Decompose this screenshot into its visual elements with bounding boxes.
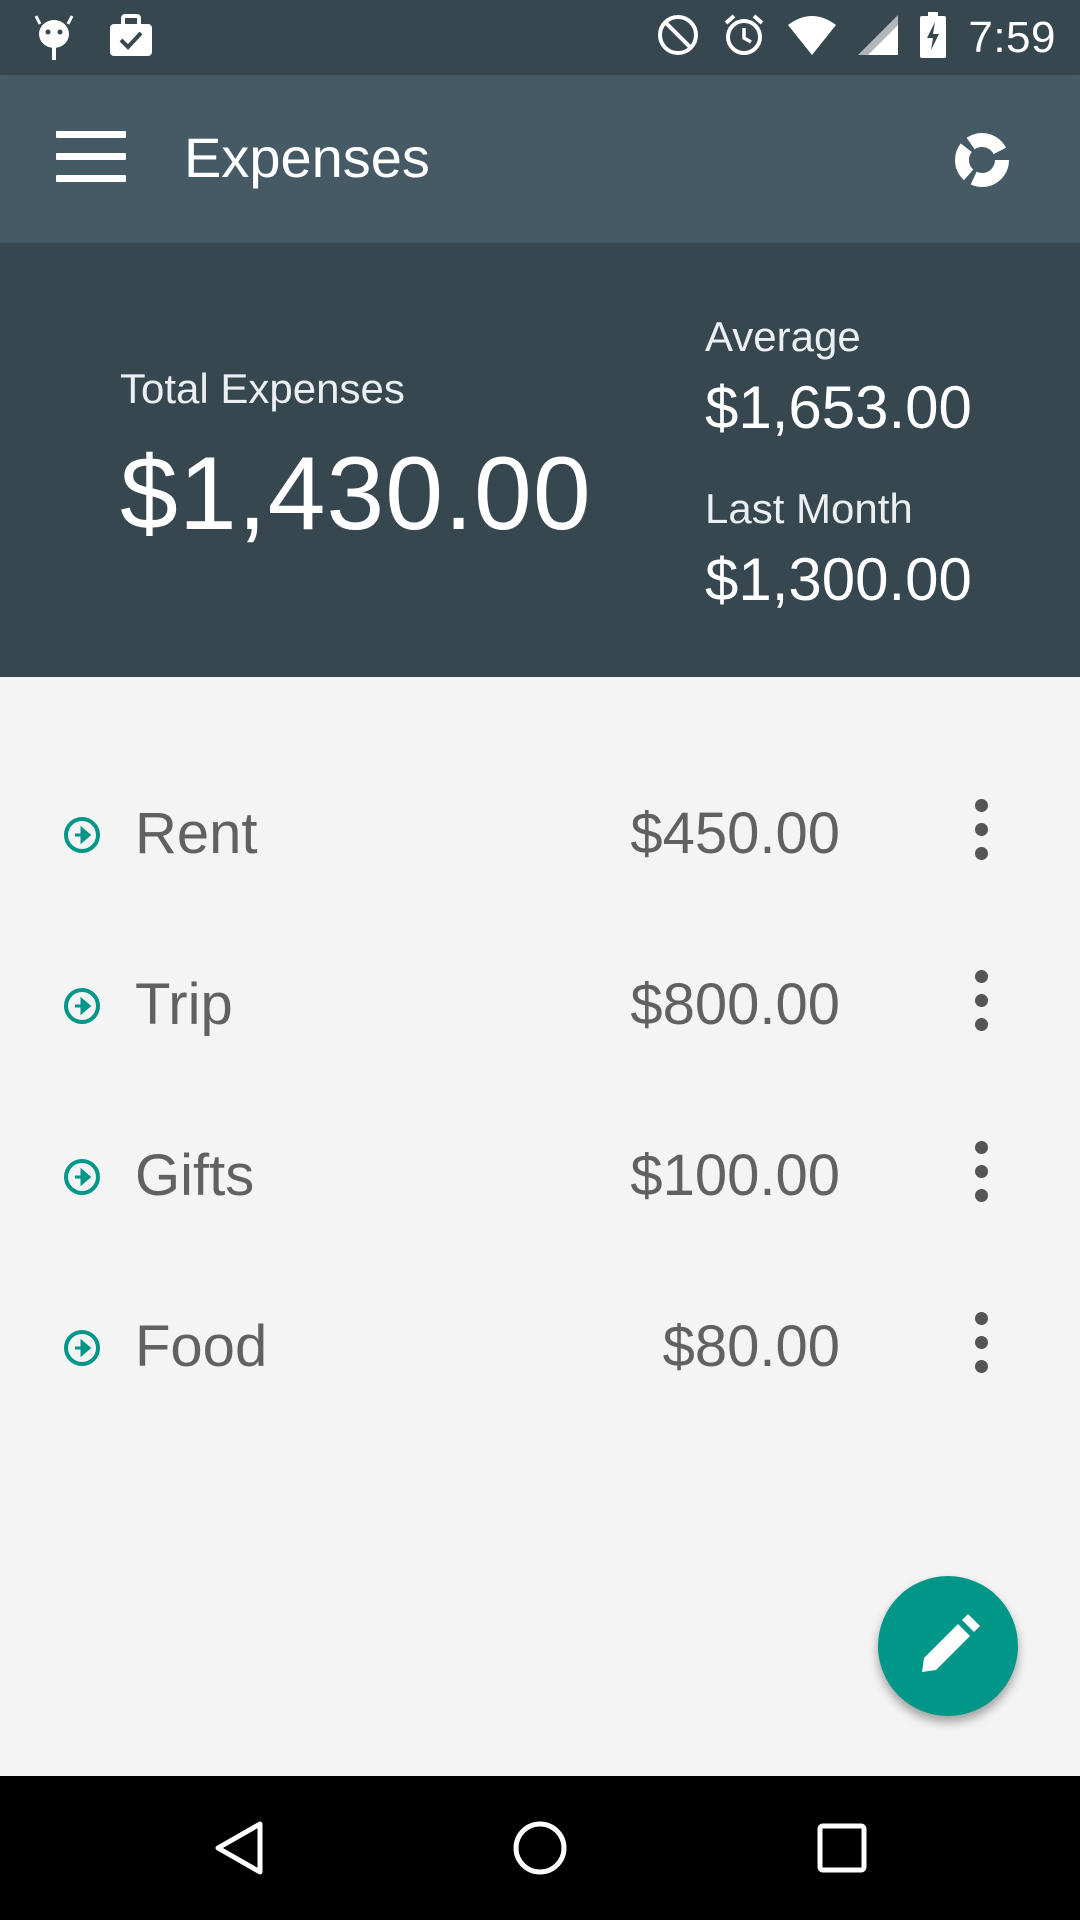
expense-name: Trip [135, 972, 233, 1037]
donut-chart-icon[interactable] [952, 130, 1012, 190]
summary-panel: Total Expenses $1,430.00 Average $1,653.… [0, 243, 1080, 677]
expense-amount: $100.00 [630, 1143, 840, 1208]
more-vert-icon[interactable] [966, 1134, 996, 1218]
page-title: Expenses [184, 126, 430, 189]
cell-signal-icon [858, 15, 899, 60]
arrow-circle-icon [62, 986, 102, 1026]
app-bar: Expenses [0, 75, 1080, 243]
back-icon[interactable] [210, 1818, 270, 1878]
battery-charging-icon [920, 12, 947, 63]
total-expenses-label: Total Expenses [120, 365, 405, 412]
total-expenses-value: $1,430.00 [120, 436, 592, 552]
expense-amount: $80.00 [662, 1314, 840, 1379]
work-briefcase-icon [108, 14, 154, 67]
arrow-circle-icon [62, 1157, 102, 1197]
status-time: 7:59 [968, 12, 1056, 62]
more-vert-icon[interactable] [966, 792, 996, 876]
alarm-icon [722, 13, 766, 62]
home-icon[interactable] [510, 1818, 570, 1878]
more-vert-icon[interactable] [966, 963, 996, 1047]
status-bar: 7:59 [0, 0, 1080, 75]
list-item[interactable]: Rent $450.00 [0, 748, 1080, 918]
edit-fab-button[interactable] [878, 1576, 1018, 1716]
expense-name: Rent [135, 801, 258, 866]
edit-pencil-icon [922, 1614, 980, 1672]
expense-amount: $800.00 [630, 972, 840, 1037]
expense-name: Gifts [135, 1143, 255, 1208]
arrow-circle-icon [62, 1328, 102, 1368]
wifi-icon [788, 15, 837, 60]
system-nav-bar [0, 1776, 1080, 1920]
more-vert-icon[interactable] [966, 1305, 996, 1389]
list-item[interactable]: Trip $800.00 [0, 919, 1080, 1089]
do-not-disturb-icon [656, 13, 700, 62]
list-item[interactable]: Gifts $100.00 [0, 1090, 1080, 1260]
expense-amount: $450.00 [630, 801, 840, 866]
average-label: Average [705, 313, 861, 360]
list-item[interactable]: Food $80.00 [0, 1261, 1080, 1431]
last-month-label: Last Month [705, 485, 913, 532]
last-month-value: $1,300.00 [705, 546, 972, 613]
expense-name: Food [135, 1314, 268, 1379]
arrow-circle-icon [62, 815, 102, 855]
recents-icon[interactable] [812, 1818, 872, 1878]
hamburger-menu-icon[interactable] [56, 131, 126, 187]
average-value: $1,653.00 [705, 374, 972, 441]
android-debug-icon [34, 14, 74, 67]
